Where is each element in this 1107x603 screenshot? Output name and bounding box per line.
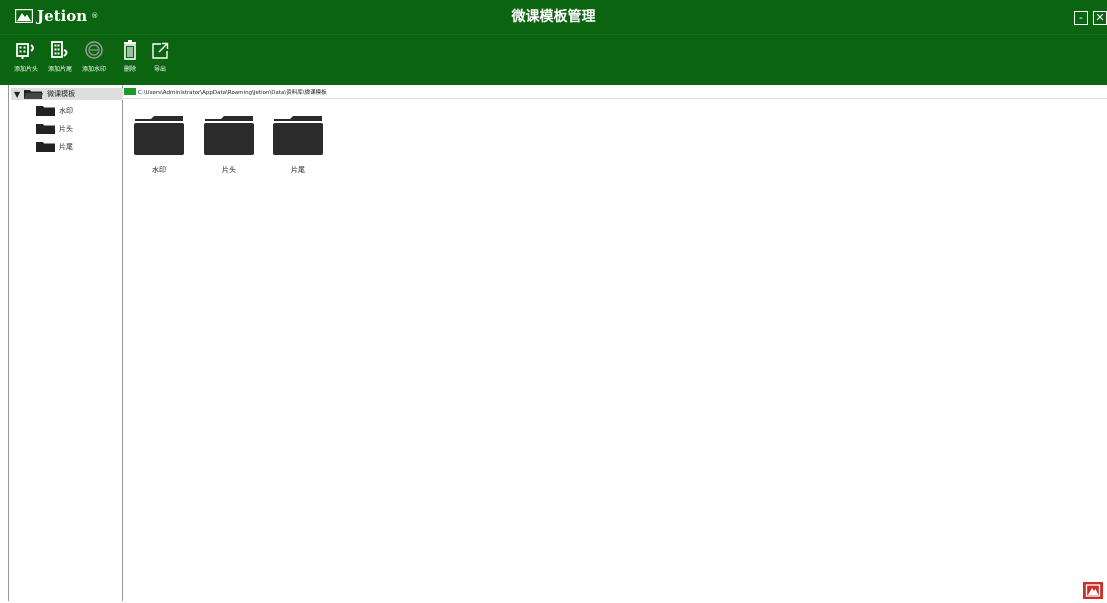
large-folder-icon bbox=[204, 116, 254, 155]
folder-path-icon bbox=[124, 88, 136, 95]
large-folder-icon bbox=[134, 116, 184, 155]
watermark-icon bbox=[85, 41, 103, 59]
tree-item-ending[interactable]: 片尾 bbox=[36, 142, 73, 152]
export-label: 导出 bbox=[153, 66, 166, 73]
toolbar: 添加片头 添加片尾 添加水印 删除 导出 bbox=[0, 34, 1107, 85]
add-watermark-label: 添加水印 bbox=[82, 66, 107, 73]
close-button[interactable]: ✕ bbox=[1093, 11, 1107, 25]
delete-label: 删除 bbox=[123, 66, 136, 73]
add-opening-button[interactable]: 添加片头 bbox=[14, 39, 38, 73]
folder-open-icon bbox=[24, 90, 44, 99]
large-folder-icon bbox=[273, 116, 323, 155]
folder-tile-opening[interactable]: 片头 bbox=[203, 113, 255, 175]
film-head-icon bbox=[16, 43, 34, 59]
minimize-button[interactable]: - bbox=[1074, 11, 1088, 25]
tree-item-label: 片尾 bbox=[59, 143, 73, 151]
tree-root-label: 微课模板 bbox=[47, 90, 76, 98]
folder-icon bbox=[36, 124, 55, 134]
folder-tree: ▼ 微课模板 水印 片头 片尾 bbox=[8, 85, 123, 601]
trash-icon bbox=[124, 40, 136, 60]
add-ending-label: 添加片尾 bbox=[48, 66, 73, 73]
tree-item-label: 片头 bbox=[59, 125, 73, 133]
add-opening-label: 添加片头 bbox=[14, 66, 39, 73]
folder-tile-ending[interactable]: 片尾 bbox=[272, 113, 324, 175]
folder-label: 片头 bbox=[222, 166, 236, 174]
export-icon bbox=[152, 42, 169, 59]
add-ending-button[interactable]: 添加片尾 bbox=[48, 39, 72, 73]
current-path: C:\Users\Administrator\AppData\Roaming\J… bbox=[138, 89, 327, 96]
corner-logo-button[interactable] bbox=[1083, 582, 1103, 599]
folder-icon bbox=[36, 142, 55, 152]
folder-icon bbox=[36, 106, 55, 116]
title-bar: Jetion ® 微课模板管理 - ✕ bbox=[0, 0, 1107, 34]
window-title: 微课模板管理 bbox=[511, 9, 596, 25]
tree-item-label: 水印 bbox=[59, 107, 73, 115]
tree-item-opening[interactable]: 片头 bbox=[36, 124, 73, 134]
delete-button[interactable]: 删除 bbox=[119, 39, 141, 73]
folder-tile-watermark[interactable]: 水印 bbox=[133, 113, 185, 175]
jetion-logo-icon bbox=[1085, 584, 1101, 597]
add-watermark-button[interactable]: 添加水印 bbox=[82, 39, 106, 73]
collapse-triangle-icon[interactable]: ▼ bbox=[14, 90, 20, 99]
folder-label: 水印 bbox=[152, 166, 166, 174]
path-bar: C:\Users\Administrator\AppData\Roaming\J… bbox=[123, 85, 1107, 99]
export-button[interactable]: 导出 bbox=[149, 39, 171, 73]
film-tail-icon bbox=[51, 41, 68, 58]
tree-item-watermark[interactable]: 水印 bbox=[36, 106, 73, 116]
folder-label: 片尾 bbox=[291, 166, 305, 174]
tree-root-item[interactable]: ▼ 微课模板 bbox=[11, 88, 123, 100]
